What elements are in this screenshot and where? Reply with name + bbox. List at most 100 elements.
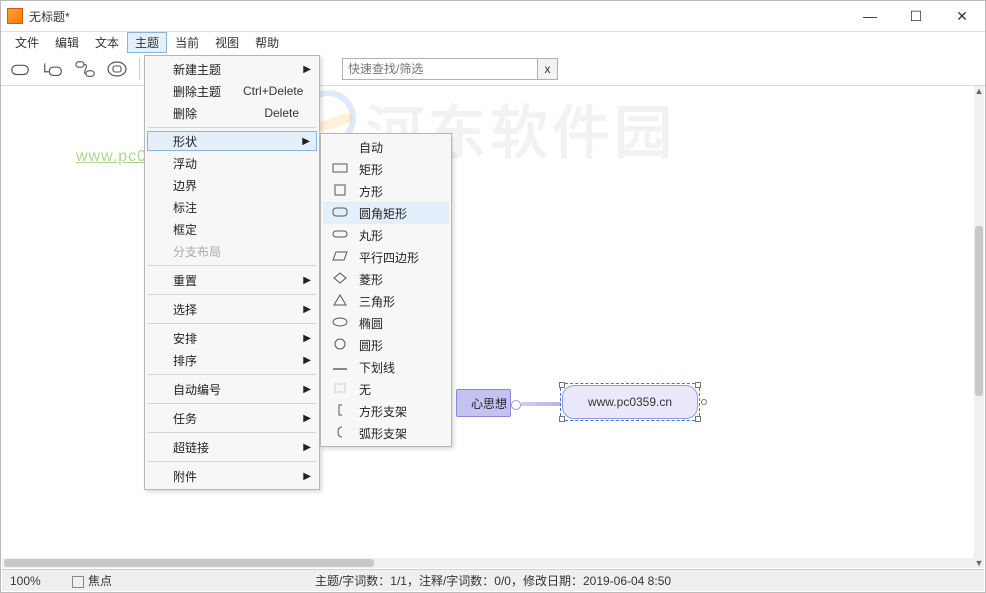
node-label: 心思想 [471,395,507,412]
menu-separator [148,374,316,375]
shape-bracket-square-icon [331,404,349,419]
status-info: 主题/字词数：1/1，注释/字词数：0/0，修改日期：2019-06-04 8:… [2,572,984,589]
menu-item-auto-number[interactable]: 自动编号▶ [147,378,317,400]
submenu-arrow-icon: ▶ [303,275,311,286]
statusbar: 100% 焦点 主题/字词数：1/1，注释/字词数：0/0，修改日期：2019-… [2,569,984,591]
shape-underline[interactable]: 下划线 [323,356,449,378]
submenu-arrow-icon: ▶ [302,136,310,147]
node-label: www.pc0359.cn [588,395,672,409]
submenu-arrow-icon: ▶ [303,471,311,482]
menu-item-float[interactable]: 浮动 [147,152,317,174]
menu-item-boundary[interactable]: 边界 [147,174,317,196]
menu-item-branch-layout: 分支布局 [147,240,317,262]
scrollbar-thumb[interactable] [4,559,374,567]
menu-item-task[interactable]: 任务▶ [147,407,317,429]
titlebar: 无标题* — ☐ ✕ [1,1,985,32]
menu-current[interactable]: 当前 [167,32,207,53]
menu-item-attachment[interactable]: 附件▶ [147,465,317,487]
shape-square-icon [331,184,349,199]
submenu-arrow-icon: ▶ [303,413,311,424]
menu-item-delete-topic[interactable]: 删除主题Ctrl+Delete [147,80,317,102]
new-subtopic-button[interactable] [39,56,67,82]
mindmap-connector [511,400,563,406]
menu-item-arrange[interactable]: 安排▶ [147,327,317,349]
shape-bracket-arc-icon [331,426,349,441]
shape-roundrect-icon [331,206,349,221]
scroll-up-icon[interactable]: ▲ [974,86,984,96]
shape-triangle-icon [331,294,349,309]
app-window: 无标题* — ☐ ✕ 文件 编辑 文本 主题 当前 视图 帮助 A x 河东 [0,0,986,593]
scroll-down-icon[interactable]: ▼ [974,558,984,568]
menu-edit[interactable]: 编辑 [47,32,87,53]
menu-separator [148,461,316,462]
topic-menu: 新建主题▶ 删除主题Ctrl+Delete 删除Delete 形状▶ 浮动 边界… [144,55,320,490]
submenu-arrow-icon: ▶ [303,304,311,315]
maximize-button[interactable]: ☐ [893,1,939,31]
menu-view[interactable]: 视图 [207,32,247,53]
submenu-arrow-icon: ▶ [303,442,311,453]
menu-separator [148,323,316,324]
shape-pill-icon [331,228,349,243]
menu-item-frame[interactable]: 框定 [147,218,317,240]
menu-separator [148,432,316,433]
shape-ellipse[interactable]: 椭圆 [323,312,449,334]
search-input[interactable] [342,58,538,80]
submenu-arrow-icon: ▶ [303,355,311,366]
mindmap-child-node[interactable]: www.pc0359.cn [562,385,698,419]
submenu-arrow-icon: ▶ [303,384,311,395]
mindmap-center-node[interactable]: 心思想 [456,389,511,417]
shape-rectangle-icon [331,162,349,177]
shape-arc-bracket[interactable]: 弧形支架 [323,422,449,444]
shape-diamond-icon [331,272,349,287]
shape-auto[interactable]: 自动 [323,136,449,158]
menu-item-shape[interactable]: 形状▶ [147,131,317,151]
shape-rectangle[interactable]: 矩形 [323,158,449,180]
shape-square[interactable]: 方形 [323,180,449,202]
shape-ellipse-icon [331,316,349,331]
menu-text[interactable]: 文本 [87,32,127,53]
app-icon [7,8,23,24]
menu-help[interactable]: 帮助 [247,32,287,53]
toolbar-separator [139,58,140,80]
relationship-button[interactable] [71,56,99,82]
minimize-button[interactable]: — [847,1,893,31]
shape-circle[interactable]: 圆形 [323,334,449,356]
search-clear-button[interactable]: x [538,58,558,80]
shape-square-bracket[interactable]: 方形支架 [323,400,449,422]
shape-none-icon [331,382,349,397]
window-controls: — ☐ ✕ [847,1,985,31]
menu-item-new-topic[interactable]: 新建主题▶ [147,58,317,80]
shape-parallelogram-icon [331,250,349,265]
boundary-button[interactable] [103,56,131,82]
shape-parallelogram[interactable]: 平行四边形 [323,246,449,268]
menu-topic[interactable]: 主题 [127,32,167,53]
horizontal-scrollbar[interactable] [2,558,974,568]
menu-item-reset[interactable]: 重置▶ [147,269,317,291]
menu-item-hyperlink[interactable]: 超链接▶ [147,436,317,458]
menu-file[interactable]: 文件 [7,32,47,53]
submenu-arrow-icon: ▶ [303,333,311,344]
shape-circle-icon [331,338,349,353]
shape-none[interactable]: 无 [323,378,449,400]
search-box: x [342,58,558,80]
shape-underline-icon [331,360,349,375]
menu-item-select[interactable]: 选择▶ [147,298,317,320]
new-topic-button[interactable] [7,56,35,82]
menu-separator [148,127,316,128]
shape-diamond[interactable]: 菱形 [323,268,449,290]
shape-rounded-rectangle[interactable]: 圆角矩形 [323,202,449,224]
menu-item-callout[interactable]: 标注 [147,196,317,218]
scrollbar-thumb[interactable] [975,226,983,396]
submenu-arrow-icon: ▶ [303,64,311,75]
menu-item-sort[interactable]: 排序▶ [147,349,317,371]
shape-submenu: 自动 矩形 方形 圆角矩形 丸形 平行四边形 菱形 三角形 椭圆 圆形 下划线 … [320,133,452,447]
close-button[interactable]: ✕ [939,1,985,31]
vertical-scrollbar[interactable]: ▲ ▼ [974,86,984,568]
shape-pill[interactable]: 丸形 [323,224,449,246]
menu-separator [148,265,316,266]
menu-item-delete[interactable]: 删除Delete [147,102,317,124]
shape-triangle[interactable]: 三角形 [323,290,449,312]
menubar: 文件 编辑 文本 主题 当前 视图 帮助 [1,32,985,52]
menu-separator [148,294,316,295]
menu-separator [148,403,316,404]
